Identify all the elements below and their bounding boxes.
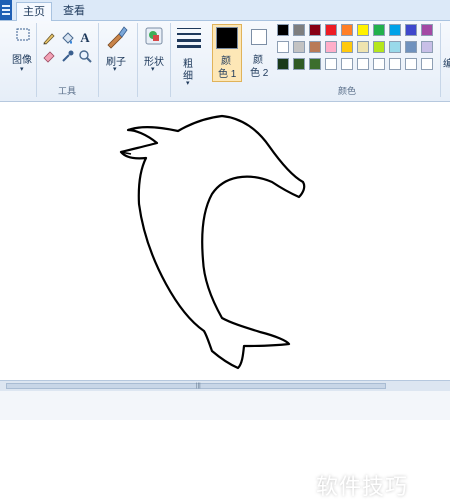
tab-home[interactable]: 主页 <box>16 2 52 21</box>
dolphin-back-outline <box>119 114 306 370</box>
palette-swatch[interactable] <box>405 58 417 70</box>
color2-swatch <box>251 29 267 45</box>
palette-swatch[interactable] <box>293 58 305 70</box>
palette-swatch[interactable] <box>421 58 433 70</box>
group-separator <box>137 23 138 97</box>
palette-swatch[interactable] <box>389 41 401 53</box>
fill-tool[interactable] <box>59 30 75 46</box>
palette-swatch[interactable] <box>373 41 385 53</box>
palette-swatch[interactable] <box>373 24 385 36</box>
palette-swatch[interactable] <box>277 41 289 53</box>
palette-swatch[interactable] <box>421 41 433 53</box>
file-menu-button[interactable] <box>0 0 12 20</box>
color2-label-2: 色 2 <box>250 68 269 79</box>
tools-group-label: 工具 <box>58 86 77 96</box>
palette-swatch[interactable] <box>405 24 417 36</box>
status-bar <box>0 391 450 420</box>
line-size-icon <box>177 28 201 48</box>
palette-swatch[interactable] <box>405 41 417 53</box>
eraser-tool[interactable] <box>41 48 57 64</box>
palette-swatch[interactable] <box>421 24 433 36</box>
brush-icon <box>107 26 128 49</box>
palette-swatch[interactable] <box>277 58 289 70</box>
image-label[interactable]: 图像 <box>12 51 32 66</box>
palette-swatch[interactable] <box>277 24 289 36</box>
shapes-dropdown-arrow[interactable]: ▾ <box>151 65 155 73</box>
palette-swatch[interactable] <box>309 41 321 53</box>
palette-swatch[interactable] <box>293 24 305 36</box>
palette-swatch[interactable] <box>309 58 321 70</box>
color-picker-icon <box>62 50 74 62</box>
dolphin-drawing <box>119 114 306 370</box>
palette-swatch[interactable] <box>325 58 337 70</box>
scrollbar-grip-icon: ||| <box>196 383 201 389</box>
palette-swatch[interactable] <box>325 41 337 53</box>
group-separator <box>440 23 441 97</box>
palette-swatch[interactable] <box>389 58 401 70</box>
drawing-canvas[interactable]: 软件技巧 <box>0 102 450 500</box>
palette-swatch[interactable] <box>293 41 305 53</box>
palette-swatch[interactable] <box>309 24 321 36</box>
palette-swatch[interactable] <box>341 24 353 36</box>
select-icon <box>16 28 30 41</box>
brushes-button[interactable] <box>103 24 129 50</box>
colors-group-label: 颜色 <box>338 86 357 96</box>
eraser-icon <box>43 51 55 63</box>
palette-swatch[interactable] <box>341 41 353 53</box>
color1-label-2: 色 1 <box>218 69 237 80</box>
text-tool[interactable]: A <box>77 30 93 46</box>
pencil-tool[interactable] <box>41 30 57 46</box>
palette-swatch[interactable] <box>357 58 369 70</box>
color1-swatch <box>216 27 238 49</box>
edit-colors-label[interactable]: 编 <box>443 55 450 70</box>
color1-button[interactable]: 颜 色 1 <box>212 24 242 82</box>
image-dropdown-arrow[interactable]: ▾ <box>20 65 24 73</box>
group-separator <box>36 23 37 97</box>
color2-button[interactable]: 颜 色 2 <box>247 24 273 82</box>
palette-swatch[interactable] <box>325 24 337 36</box>
shapes-icon <box>145 27 163 45</box>
fill-icon <box>62 32 74 44</box>
magnifier-tool[interactable] <box>77 48 93 64</box>
group-separator <box>170 23 171 97</box>
ribbon-home: 图像 ▾ A 工具 刷子 ▾ 形状 ▾ 粗 细 ▾ 颜 色 1 颜 色 2 颜色… <box>0 21 450 102</box>
color-palette <box>277 24 441 76</box>
horizontal-scrollbar[interactable]: ||| <box>0 380 450 391</box>
palette-swatch[interactable] <box>373 58 385 70</box>
paint-app-window: 主页 查看 图像 ▾ A 工具 刷子 ▾ 形状 ▾ 粗 细 ▾ 颜 色 1 颜 … <box>0 0 450 500</box>
palette-swatch[interactable] <box>357 24 369 36</box>
select-button[interactable] <box>12 24 34 46</box>
palette-swatch[interactable] <box>341 58 353 70</box>
shapes-button[interactable] <box>142 24 166 48</box>
ribbon-tab-bar: 主页 查看 <box>0 0 450 21</box>
color-picker-tool[interactable] <box>59 48 75 64</box>
palette-swatch[interactable] <box>357 41 369 53</box>
watermark-text: 软件技巧 <box>316 475 409 500</box>
text-tool-icon: A <box>80 30 90 45</box>
palette-swatch[interactable] <box>389 24 401 36</box>
pencil-icon <box>43 33 55 45</box>
brushes-dropdown-arrow[interactable]: ▾ <box>113 65 117 73</box>
size-dropdown-arrow[interactable]: ▾ <box>186 79 190 87</box>
group-separator <box>98 23 99 97</box>
size-button[interactable] <box>174 25 204 49</box>
magnifier-icon <box>79 50 92 63</box>
tab-view[interactable]: 查看 <box>57 2 91 20</box>
